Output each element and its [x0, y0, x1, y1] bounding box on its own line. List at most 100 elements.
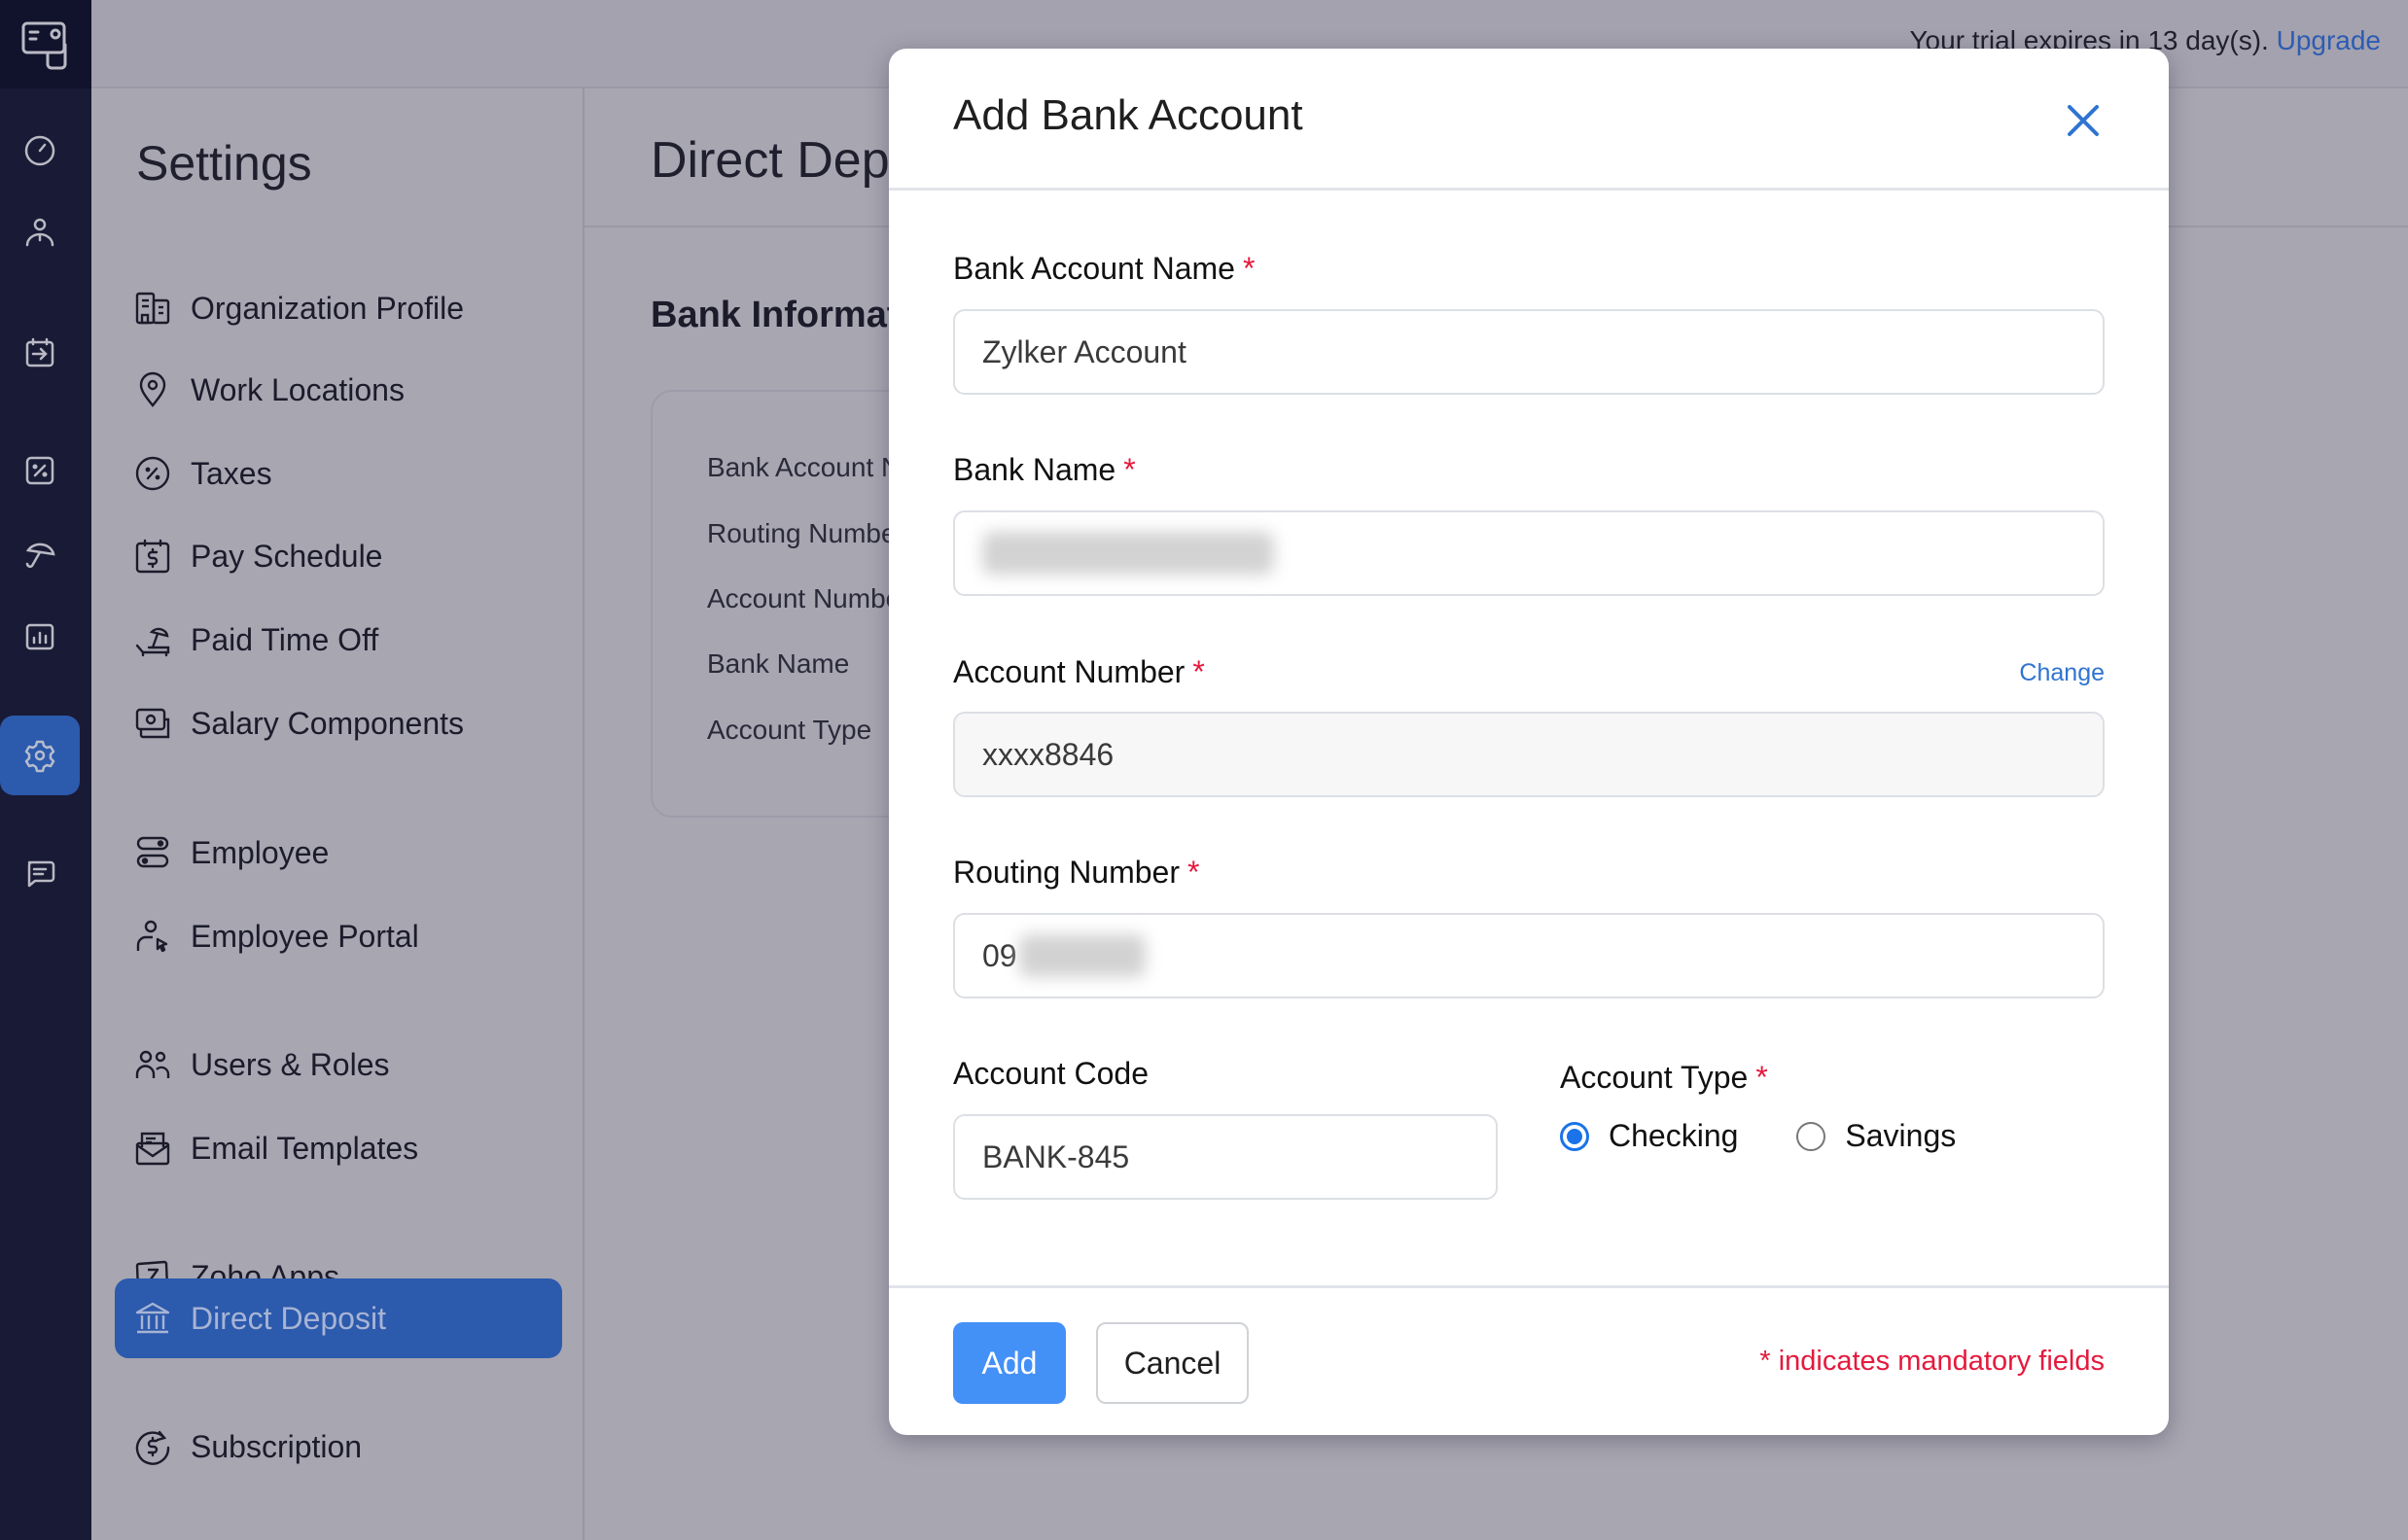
- radio-unselected-indicator[interactable]: [1796, 1121, 1826, 1151]
- bank-name-label: Bank Name *: [953, 452, 1136, 488]
- add-button[interactable]: Add: [953, 1322, 1066, 1404]
- radio-selected-indicator[interactable]: [1560, 1121, 1589, 1151]
- card-row-label: Bank Name: [707, 648, 850, 679]
- settings-item-label: Taxes: [191, 455, 272, 491]
- radio-savings[interactable]: Savings: [1796, 1118, 1956, 1154]
- app-icon-rail: [0, 0, 91, 1540]
- label-text: Bank Name: [953, 452, 1116, 487]
- card-row-label: Account Type: [707, 715, 872, 745]
- pay-runs-calendar-icon: [25, 337, 54, 368]
- modal-header: Add Bank Account: [889, 49, 2169, 191]
- account-type-radio-group: Checking Savings: [1560, 1118, 2014, 1154]
- label-text: Account Code: [953, 1056, 1150, 1091]
- routing-number-input[interactable]: 09: [953, 913, 2105, 998]
- settings-item-direct-deposit[interactable]: Direct Deposit: [115, 1278, 562, 1358]
- add-bank-account-modal: Add Bank Account Bank Account Name * Zylk…: [889, 49, 2169, 1435]
- required-asterisk: *: [1192, 654, 1205, 689]
- label-text: Account Type: [1560, 1060, 1749, 1095]
- account-code-label: Account Code: [953, 1056, 1149, 1092]
- settings-item-label: Subscription: [191, 1428, 363, 1464]
- settings-item-subscription[interactable]: Subscription: [115, 1407, 562, 1487]
- account-number-input[interactable]: xxxx8846: [953, 712, 2105, 797]
- radio-label: Checking: [1609, 1118, 1739, 1153]
- building-icon: [134, 290, 171, 327]
- person-pointer-icon: [134, 918, 171, 955]
- settings-item-label: Paid Time Off: [191, 621, 379, 657]
- settings-item-salary-components[interactable]: Salary Components: [115, 683, 562, 763]
- rail-feedback[interactable]: [0, 834, 80, 914]
- settings-title: Settings: [136, 136, 312, 191]
- settings-item-pay-schedule[interactable]: Pay Schedule: [115, 516, 562, 596]
- required-asterisk: *: [1755, 1060, 1768, 1095]
- bank-name-input[interactable]: [953, 510, 2105, 596]
- dollar-refresh-icon: [134, 1428, 171, 1465]
- required-asterisk: *: [1187, 855, 1200, 890]
- rail-employees[interactable]: [0, 192, 80, 272]
- settings-item-label: Work Locations: [191, 371, 405, 407]
- card-row-label: Account Number: [707, 583, 910, 613]
- account-code-input[interactable]: BANK-845: [953, 1114, 1498, 1200]
- reports-chart-icon: [25, 623, 54, 650]
- percent-circle-icon: [134, 455, 171, 492]
- settings-sidebar: Settings Organization Profile Work Locat…: [91, 88, 584, 1540]
- routing-number-label: Routing Number *: [953, 855, 1199, 891]
- redacted-value: [982, 532, 1274, 575]
- input-value: Zylker Account: [982, 333, 1186, 369]
- feedback-chat-icon: [27, 860, 55, 888]
- required-asterisk: *: [1242, 251, 1256, 286]
- settings-item-label: Employee: [191, 834, 330, 870]
- cancel-button[interactable]: Cancel: [1096, 1322, 1249, 1404]
- calendar-dollar-icon: [134, 538, 171, 575]
- location-pin-icon: [134, 371, 171, 408]
- modal-title: Add Bank Account: [953, 91, 1303, 139]
- settings-item-users-roles[interactable]: Users & Roles: [115, 1025, 562, 1104]
- close-icon[interactable]: [2064, 101, 2103, 140]
- leave-umbrella-icon: [25, 542, 55, 568]
- users-icon: [134, 1046, 171, 1083]
- rail-pay-runs[interactable]: [0, 313, 80, 393]
- modal-footer: Add Cancel * indicates mandatory fields: [889, 1285, 2169, 1435]
- mandatory-fields-note: * indicates mandatory fields: [1759, 1346, 2105, 1377]
- radio-checking[interactable]: Checking: [1560, 1118, 1738, 1154]
- settings-item-label: Employee Portal: [191, 918, 419, 954]
- settings-item-employee[interactable]: Employee: [115, 813, 562, 892]
- settings-gear-icon: [24, 740, 55, 773]
- required-asterisk: *: [1123, 452, 1136, 487]
- dashboard-gauge-icon: [24, 135, 55, 166]
- settings-item-organization-profile[interactable]: Organization Profile: [115, 268, 562, 348]
- settings-item-label: Direct Deposit: [191, 1300, 386, 1336]
- change-account-number-link[interactable]: Change: [2019, 659, 2105, 687]
- bank-account-name-input[interactable]: Zylker Account: [953, 309, 2105, 395]
- settings-item-label: Pay Schedule: [191, 538, 383, 574]
- radio-label: Savings: [1845, 1118, 1957, 1153]
- taxes-percent-icon: [25, 456, 54, 485]
- account-type-label: Account Type *: [1560, 1060, 1768, 1096]
- settings-item-label: Organization Profile: [191, 290, 465, 326]
- rail-reports[interactable]: [0, 597, 80, 677]
- input-value: xxxx8846: [982, 736, 1115, 772]
- beach-chair-icon: [134, 621, 171, 658]
- settings-item-email-templates[interactable]: Email Templates: [115, 1108, 562, 1188]
- rail-leave[interactable]: [0, 513, 80, 593]
- rail-settings[interactable]: [0, 716, 80, 795]
- settings-item-paid-time-off[interactable]: Paid Time Off: [115, 600, 562, 680]
- payroll-logo-icon: [21, 21, 67, 69]
- settings-item-label: Users & Roles: [191, 1046, 390, 1082]
- toggles-icon: [134, 834, 171, 871]
- settings-item-employee-portal[interactable]: Employee Portal: [115, 896, 562, 976]
- bank-icon: [134, 1300, 171, 1337]
- rail-taxes[interactable]: [0, 431, 80, 510]
- input-value: BANK-845: [982, 1138, 1130, 1174]
- settings-item-work-locations[interactable]: Work Locations: [115, 350, 562, 430]
- label-text: Bank Account Name: [953, 251, 1235, 286]
- app-logo[interactable]: [0, 0, 91, 88]
- input-value: 09: [982, 937, 1017, 973]
- redacted-value: [1018, 934, 1146, 977]
- upgrade-link[interactable]: Upgrade: [2277, 25, 2381, 55]
- rail-dashboard[interactable]: [0, 111, 80, 191]
- settings-item-taxes[interactable]: Taxes: [115, 434, 562, 513]
- settings-item-label: Salary Components: [191, 705, 465, 741]
- label-text: Routing Number: [953, 855, 1180, 890]
- account-number-label: Account Number *: [953, 654, 1205, 690]
- envelope-open-icon: [134, 1130, 171, 1167]
